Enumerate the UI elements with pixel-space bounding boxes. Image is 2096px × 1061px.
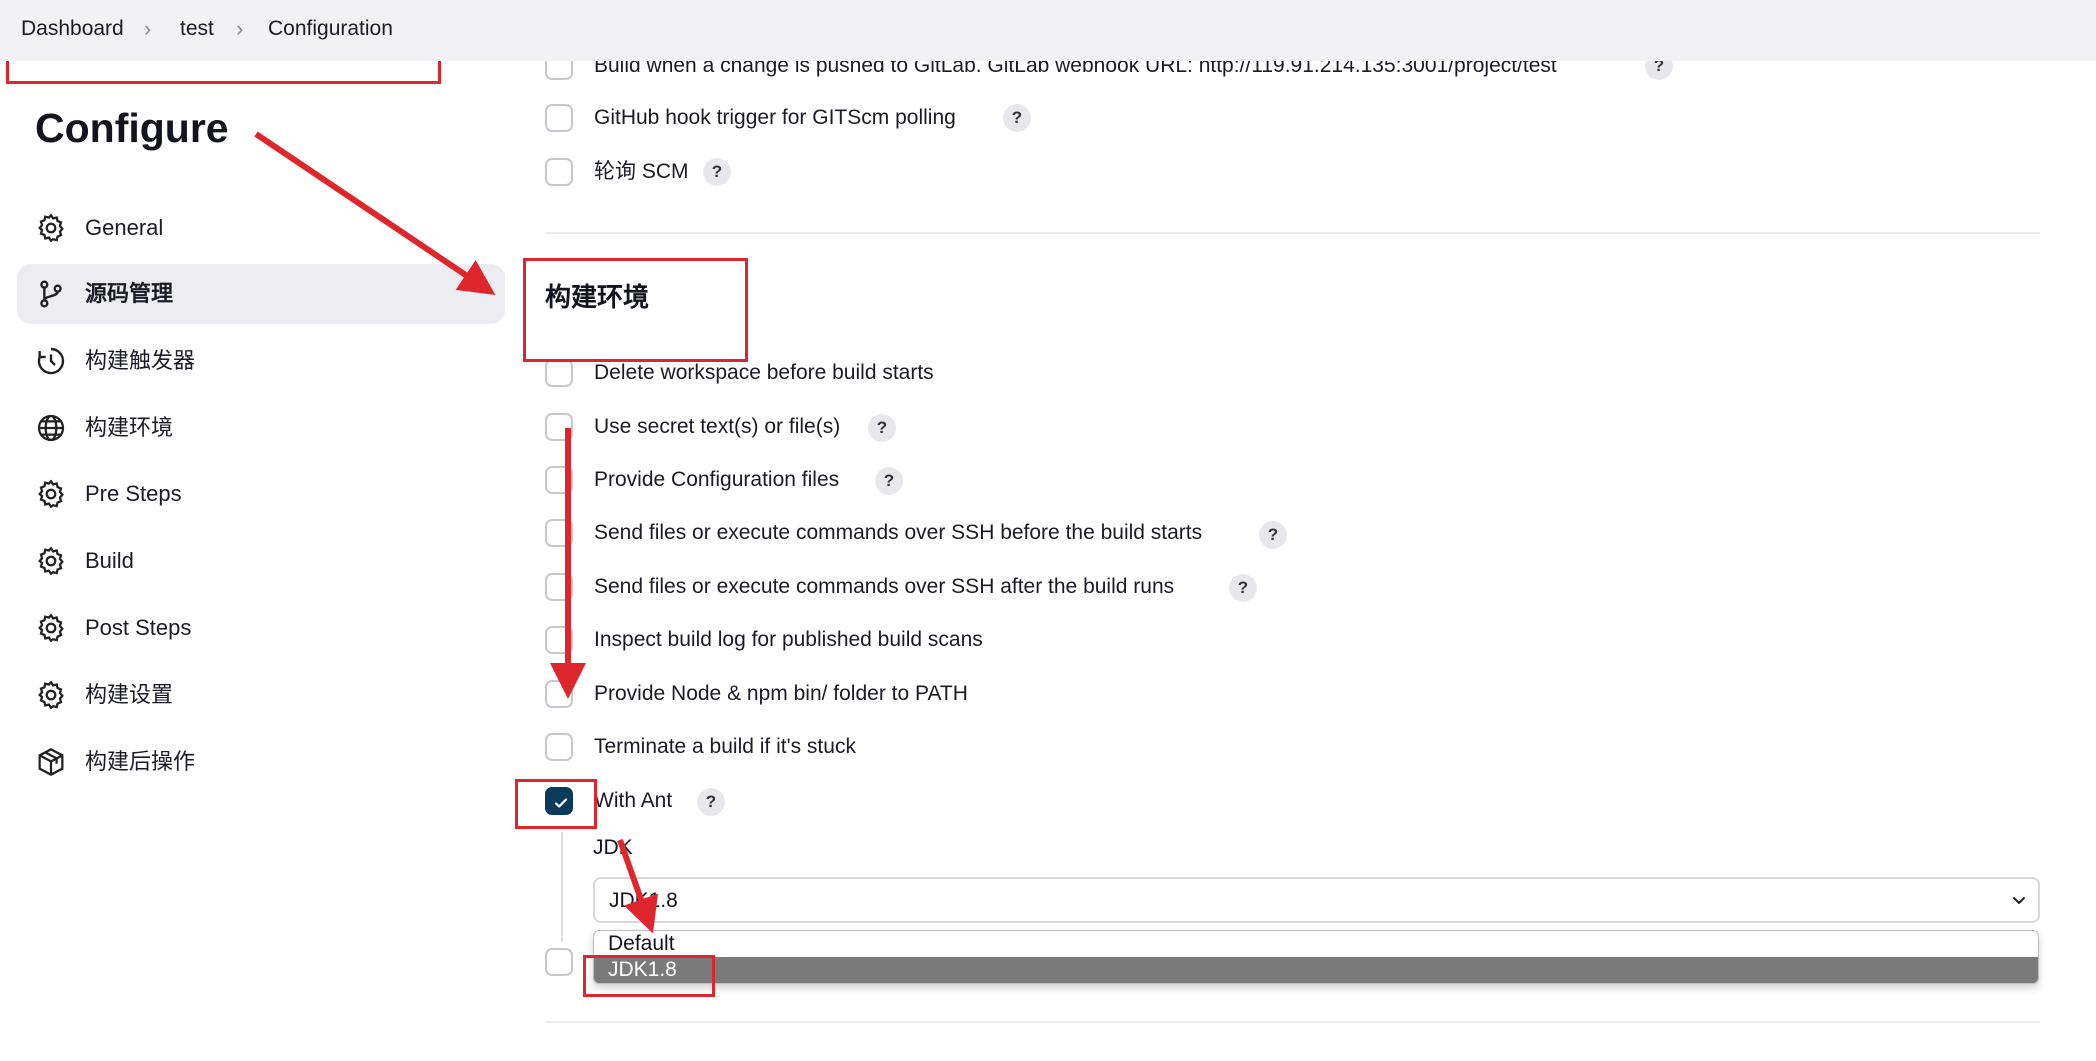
option-label: Send files or execute commands over SSH … [594,521,1203,544]
annotation-box-jdk-option [583,955,715,997]
sidebar-item-pre-steps[interactable]: Pre Steps [17,464,505,524]
package-icon [38,748,64,776]
breadcrumb-chevron-icon: › [144,16,152,41]
gear-icon [38,213,64,243]
jdk-option-jdk18[interactable]: JDK1.8 [594,957,2038,983]
gear-icon [38,479,64,509]
option-label: 轮询 SCM [594,160,689,183]
gear-icon [38,613,64,643]
sidebar-item-build-env[interactable]: 构建环境 [17,398,505,458]
option-text: Default [608,932,675,955]
help-icon[interactable]: ? [868,414,896,442]
globe-icon [37,414,65,442]
help-icon[interactable]: ? [1259,521,1287,549]
sidebar-item-post-steps[interactable]: Post Steps [17,598,505,658]
checkbox-github-hook[interactable] [545,104,573,132]
option-label: Send files or execute commands over SSH … [594,575,1175,598]
sidebar-item-label: General [85,215,164,240]
chevron-down-icon [2013,897,2025,904]
option-label: Delete workspace before build starts [594,361,934,384]
breadcrumb-chevron-icon: › [236,16,244,41]
sidebar-item-label: Pre Steps [85,481,182,506]
option-label: Provide Node & npm bin/ folder to PATH [594,682,968,705]
breadcrumb-configuration[interactable]: Configuration [268,14,393,44]
option-label: Inspect build log for published build sc… [594,628,983,651]
help-icon[interactable]: ? [1229,574,1257,602]
breadcrumb-dashboard[interactable]: Dashboard [21,14,124,44]
jdk-select[interactable]: JDK1.8 [593,877,2040,923]
sidebar-item-label: 构建触发器 [85,348,196,373]
sidebar-item-label: 构建设置 [85,682,174,707]
branch-icon [40,280,62,308]
sidebar-item-post-build[interactable]: 构建后操作 [17,732,505,792]
breadcrumb-test[interactable]: test [180,14,214,44]
checkbox-node-npm[interactable] [545,680,573,708]
option-label: With Ant [594,789,673,812]
gear-icon [38,546,64,576]
page-title: Configure [35,105,229,151]
checkbox-terminate-stuck[interactable] [545,733,573,761]
option-label: Terminate a build if it's stuck [594,735,856,758]
sidebar-item-source-control[interactable]: 源码管理 [17,264,505,324]
section-divider [545,1021,2040,1023]
sidebar-item-build-triggers[interactable]: 构建触发器 [17,331,505,391]
jdk-label: JDK [593,836,633,859]
option-label: Provide Configuration files [594,468,840,491]
jdk-select-value: JDK1.8 [609,889,678,912]
sidebar-item-label: Post Steps [85,615,192,640]
sidebar-item-label: Build [85,548,134,573]
annotation-box-with-ant [515,779,597,829]
clock-icon [37,347,65,375]
sidebar-item-build[interactable]: Build [17,531,505,591]
checkbox-delete-workspace[interactable] [545,359,573,387]
help-icon[interactable]: ? [875,467,903,495]
checkbox-next-option[interactable] [545,948,573,976]
checkbox-config-files[interactable] [545,466,573,494]
jdk-dropdown-list: Default JDK1.8 [593,930,2039,984]
section-divider [545,232,2040,234]
sidebar-item-general[interactable]: General [17,198,505,258]
sidebar-item-label: 构建后操作 [85,749,196,774]
help-icon[interactable]: ? [703,158,731,186]
sidebar-item-build-settings[interactable]: 构建设置 [17,665,505,725]
help-icon[interactable]: ? [1003,104,1031,132]
checkbox-secret-text[interactable] [545,413,573,441]
checkbox-poll-scm[interactable] [545,158,573,186]
checkbox-ssh-before[interactable] [545,519,573,547]
checkbox-ssh-after[interactable] [545,573,573,601]
sidebar-item-label: 源码管理 [85,281,174,306]
checkbox-inspect-log[interactable] [545,626,573,654]
help-icon[interactable]: ? [697,788,725,816]
option-label: Use secret text(s) or file(s) [594,415,841,438]
jdk-option-default[interactable]: Default [594,931,2038,957]
nested-indent-bar [561,832,563,942]
sidebar-item-label: 构建环境 [85,415,174,440]
option-label: GitHub hook trigger for GITScm polling [594,106,956,129]
annotation-box-section-title [523,258,748,362]
gear-icon [38,680,64,710]
